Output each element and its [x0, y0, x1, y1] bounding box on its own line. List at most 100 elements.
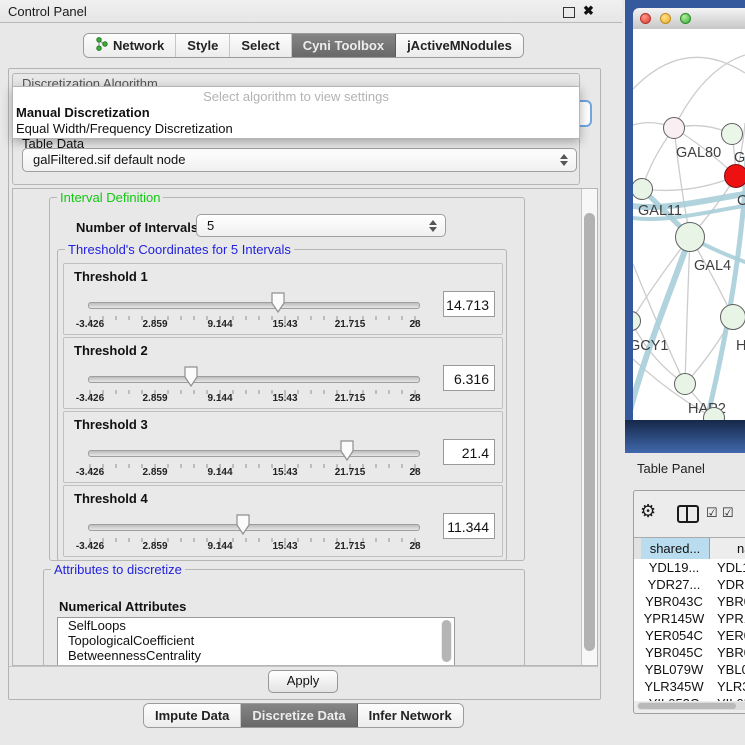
tick-label: 15.43: [263, 393, 307, 404]
traffic-light-minimize-icon[interactable]: [660, 13, 671, 24]
tick-label: 2.859: [133, 393, 177, 404]
table-row[interactable]: YIL052CYIL05: [634, 695, 745, 701]
tick-label: 21.715: [328, 393, 372, 404]
slider-track[interactable]: [88, 450, 420, 457]
tab-impute-data[interactable]: Impute Data: [144, 704, 241, 727]
cell-name: YDR27: [717, 576, 745, 593]
network-node[interactable]: [675, 222, 705, 252]
algorithm-option-equal-width[interactable]: Equal Width/Frequency Discretization: [13, 121, 579, 137]
apply-button[interactable]: Apply: [268, 670, 338, 693]
attribute-list-item[interactable]: SelfLoops: [58, 618, 454, 633]
network-node[interactable]: [720, 304, 745, 330]
number-of-intervals-combo[interactable]: 5: [196, 214, 446, 237]
network-window-titlebar[interactable]: [633, 8, 745, 30]
cell-shared-name: YDR27...: [641, 576, 707, 593]
tick-label: 9.144: [198, 541, 242, 552]
traffic-light-close-icon[interactable]: [640, 13, 651, 24]
tick-label: -3.426: [68, 319, 112, 330]
tab-infer-network[interactable]: Infer Network: [358, 704, 463, 727]
table-row[interactable]: YER054CYER05: [634, 627, 745, 644]
network-node[interactable]: [663, 117, 685, 139]
table-hscrollbar-thumb[interactable]: [638, 703, 736, 709]
table-row[interactable]: YBR045C YBR04: [634, 644, 745, 661]
slider-track[interactable]: [88, 376, 420, 383]
tab-style[interactable]: Style: [176, 34, 230, 57]
cell-shared-name: YDL19...: [641, 559, 707, 576]
column-header-name[interactable]: name: [710, 538, 745, 560]
cell-name: YER05: [717, 627, 745, 644]
table-row[interactable]: YBR043CYBR04: [634, 593, 745, 610]
tab-label: jActiveMNodules: [407, 38, 512, 53]
list-scrollbar[interactable]: [441, 620, 452, 662]
settings-gear-icon[interactable]: ⚙: [640, 501, 656, 522]
attribute-list-item[interactable]: BetweennessCentrality: [58, 648, 454, 663]
node-label: GCY1: [633, 338, 669, 354]
checkbox-icon[interactable]: ☑: [722, 505, 734, 521]
slider-thumb[interactable]: [236, 514, 250, 536]
slider-thumb[interactable]: [271, 292, 285, 314]
table-data-combo[interactable]: galFiltered.sif default node: [22, 148, 577, 172]
network-node[interactable]: [674, 373, 696, 395]
threshold-value-field[interactable]: 6.316: [443, 365, 495, 391]
column-header-shared-name[interactable]: shared...: [641, 538, 710, 560]
cell-name: YIL05: [717, 695, 745, 701]
cell-shared-name: YBR043C: [641, 593, 707, 610]
table-row[interactable]: YPR145WYPR14: [634, 610, 745, 627]
threshold-panel: Threshold 4-3.4262.8599.14415.4321.71528…: [63, 485, 503, 557]
network-canvas[interactable]: GAL80GALCGAL11GAL4HGCY1HAP2: [633, 29, 745, 420]
list-scrollbar-thumb[interactable]: [442, 620, 451, 662]
float-window-icon[interactable]: [563, 7, 575, 18]
slider-thumb[interactable]: [340, 440, 354, 462]
interval-definition-title: Interval Definition: [57, 190, 163, 205]
table-row[interactable]: YDR27... YDR27: [634, 576, 745, 593]
algorithm-dropdown-popup: Select algorithm to view settings Manual…: [12, 86, 580, 139]
close-icon[interactable]: ✖: [583, 3, 594, 19]
control-panel-titlebar: [0, 0, 622, 23]
slider-thumb[interactable]: [184, 366, 198, 388]
attribute-list-item[interactable]: TopologicalCoefficient: [58, 633, 454, 648]
table-row[interactable]: YBL079WYBL07: [634, 661, 745, 678]
table-header-row: shared... name: [634, 537, 745, 561]
network-view-frame: GAL80GALCGAL11GAL4HGCY1HAP2: [625, 0, 745, 453]
algorithm-option-manual[interactable]: Manual Discretization: [13, 105, 579, 121]
settings-scrollbar[interactable]: [581, 189, 598, 665]
tab-jactivemnodules[interactable]: jActiveMNodules: [396, 34, 523, 57]
table-row[interactable]: YLR345W YLR34: [634, 678, 745, 695]
settings-scrollbar-thumb[interactable]: [584, 213, 595, 651]
thresholds-group-title: Threshold's Coordinates for 5 Intervals: [65, 242, 294, 257]
table-hscrollbar[interactable]: [637, 702, 745, 710]
numerical-attributes-list[interactable]: SelfLoopsTopologicalCoefficientBetweenne…: [57, 617, 455, 666]
tab-label: Select: [241, 38, 279, 53]
cell-shared-name: YBR045C: [641, 644, 707, 661]
algorithm-settings-panel: Interval Definition Number of Intervals …: [12, 188, 598, 666]
tab-discretize-data[interactable]: Discretize Data: [241, 704, 357, 727]
threshold-value-field[interactable]: 11.344: [443, 513, 495, 539]
cell-name: YLR34: [717, 678, 745, 695]
number-of-intervals-value: 5: [207, 218, 214, 233]
tab-label: Infer Network: [369, 708, 452, 723]
tab-label: Network: [113, 38, 164, 53]
network-window: GAL80GALCGAL11GAL4HGCY1HAP2: [633, 8, 745, 420]
tick-label: 28: [393, 541, 437, 552]
tab-cyni-toolbox[interactable]: Cyni Toolbox: [292, 34, 396, 57]
threshold-value-field[interactable]: 21.4: [443, 439, 495, 465]
cell-name: YBR04: [717, 644, 745, 661]
tab-label: Discretize Data: [252, 708, 345, 723]
tab-network[interactable]: Network: [84, 34, 176, 57]
network-node[interactable]: [724, 164, 745, 188]
cell-shared-name: YLR345W: [641, 678, 707, 695]
threshold-label: Threshold 4: [74, 491, 148, 506]
node-label: GAL80: [676, 145, 721, 161]
slider-track[interactable]: [88, 302, 420, 309]
split-columns-icon[interactable]: [677, 505, 699, 523]
tick-label: 9.144: [198, 393, 242, 404]
traffic-light-zoom-icon[interactable]: [680, 13, 691, 24]
table-row[interactable]: YDL19...YDL19: [634, 559, 745, 576]
tab-select[interactable]: Select: [230, 34, 291, 57]
algorithm-hint-option: Select algorithm to view settings: [13, 87, 579, 105]
threshold-value-field[interactable]: 14.713: [443, 291, 495, 317]
checkbox-icon[interactable]: ☑: [706, 505, 718, 521]
slider-track[interactable]: [88, 524, 420, 531]
tick-label: 21.715: [328, 319, 372, 330]
network-node[interactable]: [721, 123, 743, 145]
